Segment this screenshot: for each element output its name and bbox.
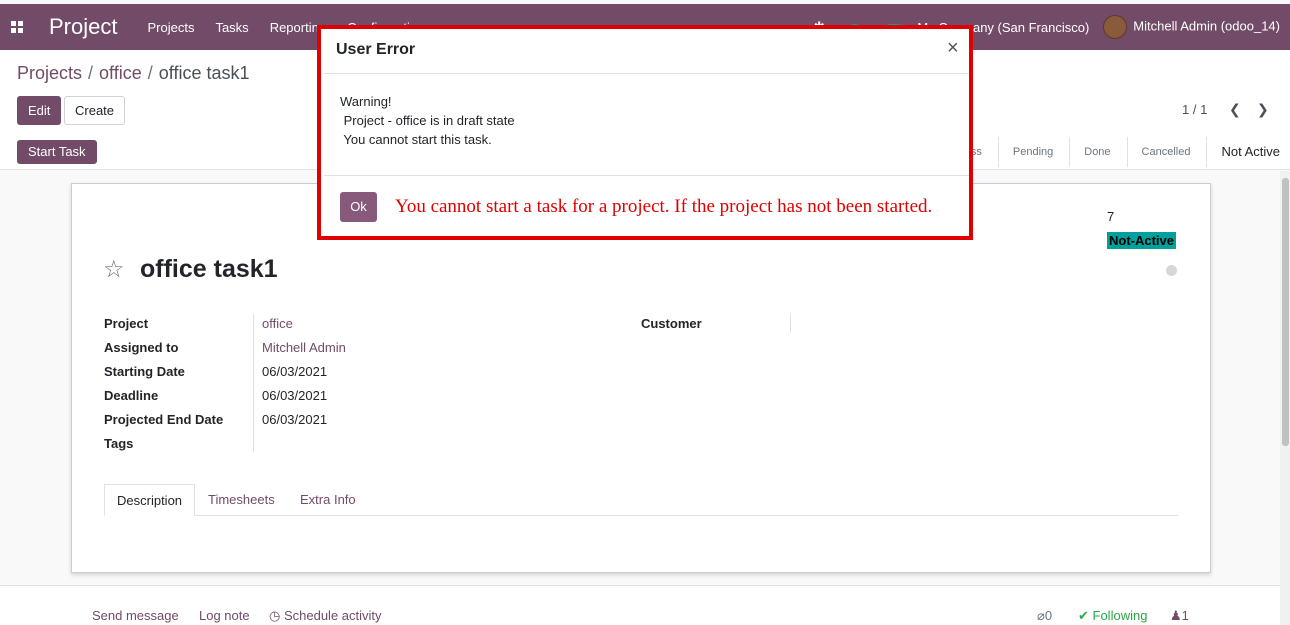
ok-button[interactable]: Ok	[340, 192, 377, 222]
annotation-text: You cannot start a task for a project. I…	[395, 196, 933, 217]
close-icon[interactable]: ×	[947, 37, 959, 60]
warning-line: Project - office is in draft state	[340, 113, 515, 128]
dialog-body: Warning! Project - office is in draft st…	[340, 92, 515, 149]
dialog-title: User Error	[336, 41, 416, 58]
warning-line: Warning!	[340, 94, 392, 109]
warning-line: You cannot start this task.	[340, 132, 492, 147]
dialog-header: User Error ×	[324, 30, 969, 74]
